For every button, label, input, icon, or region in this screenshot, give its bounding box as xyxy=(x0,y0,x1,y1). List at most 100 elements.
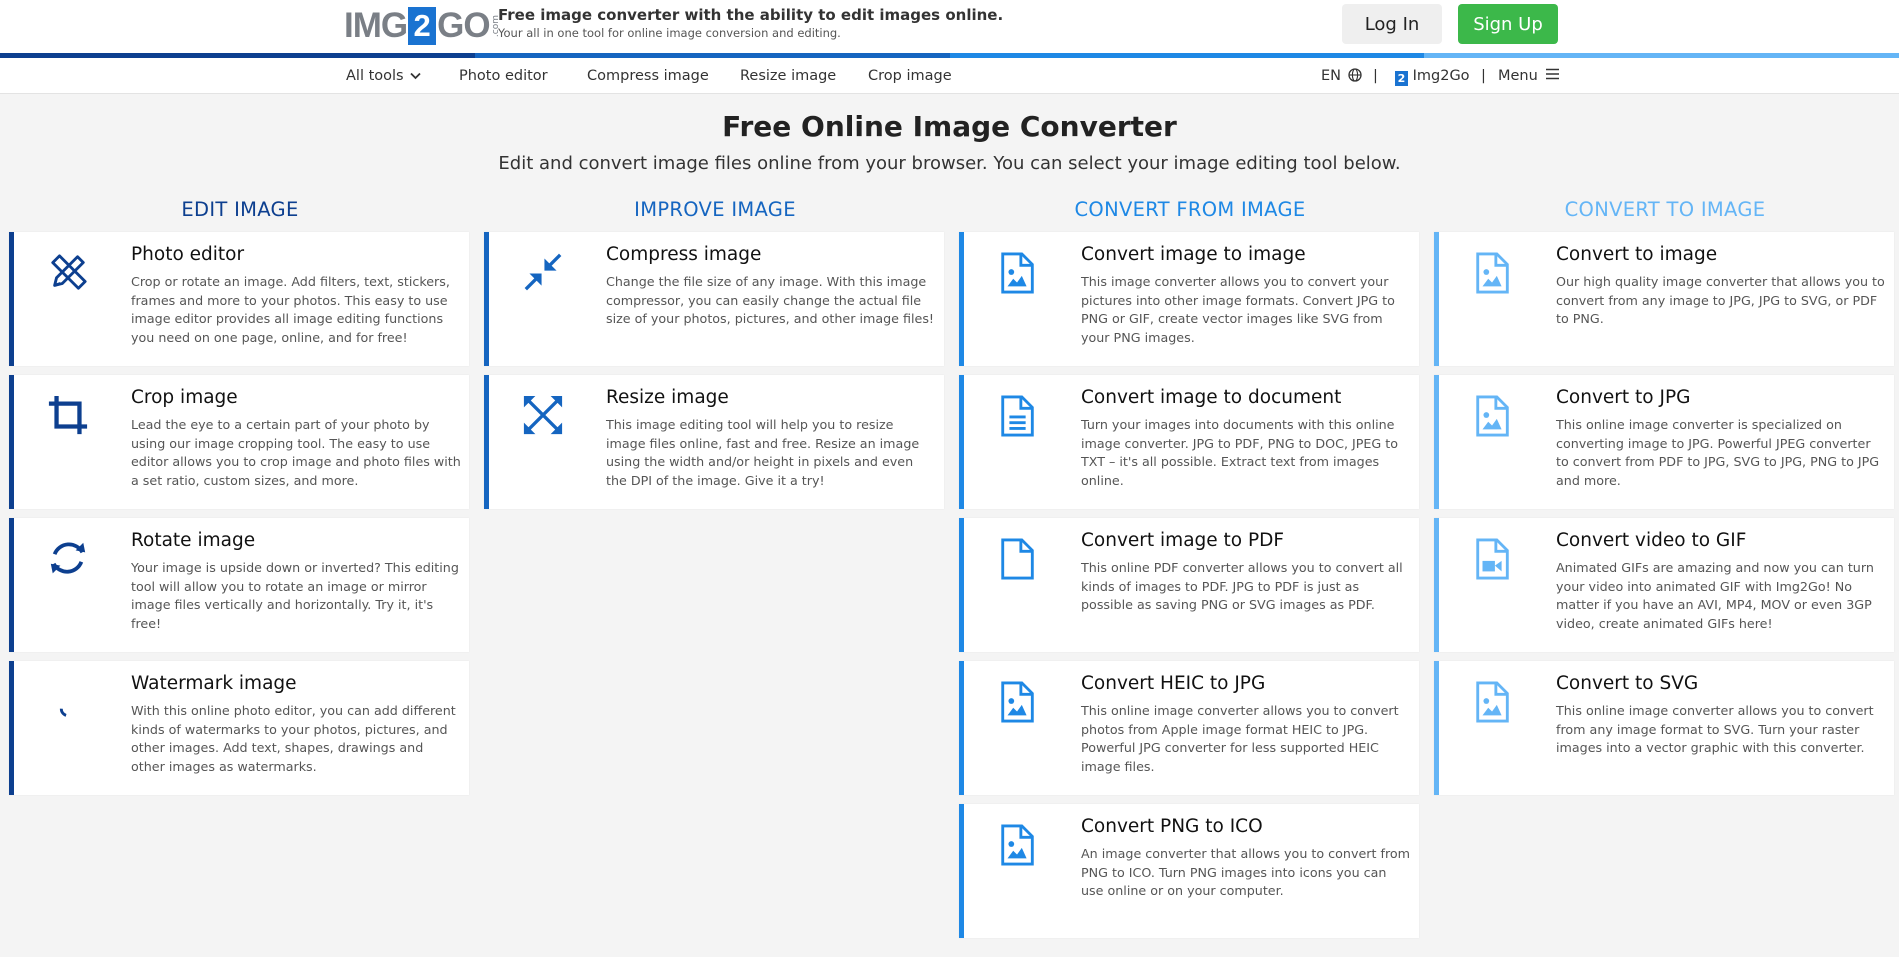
pencil-ruler-icon xyxy=(47,250,89,296)
nav-photo-editor[interactable]: Photo editor xyxy=(459,68,548,84)
card-accent-bar xyxy=(9,661,14,795)
card-title: Convert PNG to ICO xyxy=(1081,816,1263,837)
crop-icon xyxy=(47,393,89,439)
language-label: EN xyxy=(1321,68,1342,84)
card-description: Turn your images into documents with thi… xyxy=(1081,417,1399,489)
signup-button[interactable]: Sign Up xyxy=(1458,4,1558,44)
card-accent-bar xyxy=(959,232,964,366)
image-file-icon xyxy=(997,822,1039,868)
card-accent-bar xyxy=(9,518,14,652)
tool-card-convert-to-svg[interactable]: Convert to SVG This online image converte… xyxy=(1434,661,1894,795)
image-file-icon xyxy=(1472,250,1514,296)
top-header: IMG 2 GO .com Free image converter with … xyxy=(0,0,1899,56)
image-file-icon xyxy=(997,679,1039,725)
card-title: Crop image xyxy=(131,387,238,408)
document-file-icon xyxy=(997,393,1039,439)
card-title: Convert to SVG xyxy=(1556,673,1699,694)
tool-card-convert-image-to-pdf[interactable]: Convert image to PDF This online PDF conv… xyxy=(959,518,1419,652)
card-description: This online PDF converter allows you to … xyxy=(1081,560,1403,613)
tool-card-convert-image-to-document[interactable]: Convert image to document Turn your image… xyxy=(959,375,1419,509)
card-title: Convert image to document xyxy=(1081,387,1342,408)
nav-menu[interactable]: Menu xyxy=(1498,68,1560,84)
card-description: Animated GIFs are amazing and now you ca… xyxy=(1556,560,1874,632)
column-heading: CONVERT TO IMAGE xyxy=(1564,198,1766,221)
card-title: Convert to JPG xyxy=(1556,387,1691,408)
globe-icon xyxy=(1347,68,1362,82)
card-accent-bar xyxy=(1434,375,1439,509)
nav-separator: | xyxy=(1481,68,1486,84)
nav-brand-label: Img2Go xyxy=(1412,68,1470,84)
tool-card-resize-image[interactable]: Resize image This image editing tool will… xyxy=(484,375,944,509)
image-file-icon xyxy=(1472,393,1514,439)
card-description: Our high quality image converter that al… xyxy=(1556,274,1885,327)
logo-text-go: GO xyxy=(437,6,490,45)
card-description: This image editing tool will help you to… xyxy=(606,417,920,489)
card-description: With this online photo editor, you can a… xyxy=(131,703,456,775)
nav-compress-image[interactable]: Compress image xyxy=(587,68,709,84)
tool-card-convert-video-to-gif[interactable]: Convert video to GIF Animated GIFs are am… xyxy=(1434,518,1894,652)
card-title: Photo editor xyxy=(131,244,245,265)
page-subtitle: Edit and convert image files online from… xyxy=(498,153,1401,174)
card-description: Your image is upside down or inverted? T… xyxy=(131,560,459,632)
card-description: An image converter that allows you to co… xyxy=(1081,846,1411,899)
hamburger-icon xyxy=(1546,68,1560,80)
nav-bar: All tools Photo editor Compress image Re… xyxy=(0,58,1899,94)
card-title: Rotate image xyxy=(131,530,256,551)
column-heading: CONVERT FROM IMAGE xyxy=(1074,198,1306,221)
chevron-down-icon xyxy=(410,72,421,80)
nav-all-tools-label: All tools xyxy=(346,68,404,84)
img2go-mini-icon: 2 xyxy=(1395,71,1408,86)
tool-card-convert-to-image[interactable]: Convert to image Our high quality image c… xyxy=(1434,232,1894,366)
card-accent-bar xyxy=(484,375,489,509)
tool-card-rotate-image[interactable]: Rotate image Your image is upside down or… xyxy=(9,518,469,652)
card-accent-bar xyxy=(959,661,964,795)
card-title: Compress image xyxy=(606,244,762,265)
tool-card-crop-image[interactable]: Crop image Lead the eye to a certain part… xyxy=(9,375,469,509)
card-accent-bar xyxy=(959,518,964,652)
card-accent-bar xyxy=(959,804,964,938)
logo-text-img: IMG xyxy=(344,6,408,45)
card-accent-bar xyxy=(1434,661,1439,795)
card-title: Convert image to PDF xyxy=(1081,530,1285,551)
card-title: Convert video to GIF xyxy=(1556,530,1747,551)
login-button[interactable]: Log In xyxy=(1342,4,1442,44)
image-file-icon xyxy=(1472,679,1514,725)
tool-card-convert-heic-to-jpg[interactable]: Convert HEIC to JPG This online image con… xyxy=(959,661,1419,795)
card-title: Convert image to image xyxy=(1081,244,1306,265)
card-accent-bar xyxy=(1434,232,1439,366)
card-description: Crop or rotate an image. Add filters, te… xyxy=(131,274,450,346)
column-heading: IMPROVE IMAGE xyxy=(634,198,796,221)
page-title: Free Online Image Converter xyxy=(722,110,1177,143)
menu-label: Menu xyxy=(1498,68,1538,84)
img2go-logo[interactable]: IMG 2 GO .com xyxy=(344,6,501,46)
language-selector[interactable]: EN xyxy=(1321,68,1362,84)
pdf-file-icon xyxy=(997,536,1039,582)
nav-crop-image[interactable]: Crop image xyxy=(868,68,952,84)
tagline-main: Free image converter with the ability to… xyxy=(498,6,1004,24)
card-accent-bar xyxy=(9,375,14,509)
card-title: Convert HEIC to JPG xyxy=(1081,673,1266,694)
tool-card-convert-image-to-image[interactable]: Convert image to image This image convert… xyxy=(959,232,1419,366)
card-description: This online image converter is specializ… xyxy=(1556,417,1880,489)
tagline: Free image converter with the ability to… xyxy=(498,6,1003,40)
card-description: This image converter allows you to conve… xyxy=(1081,274,1395,346)
tool-card-compress-image[interactable]: Compress image Change the file size of an… xyxy=(484,232,944,366)
video-file-icon xyxy=(1472,536,1514,582)
tool-card-convert-png-to-ico[interactable]: Convert PNG to ICO An image converter tha… xyxy=(959,804,1419,938)
rotate-icon xyxy=(47,536,89,582)
nav-all-tools[interactable]: All tools xyxy=(346,68,421,84)
tool-card-convert-to-jpg[interactable]: Convert to JPG This online image converte… xyxy=(1434,375,1894,509)
card-accent-bar xyxy=(9,232,14,366)
card-accent-bar xyxy=(1434,518,1439,652)
card-title: Watermark image xyxy=(131,673,297,694)
nav-resize-image[interactable]: Resize image xyxy=(740,68,836,84)
card-accent-bar xyxy=(959,375,964,509)
nav-separator: | xyxy=(1373,68,1378,84)
tool-card-photo-editor[interactable]: Photo editor Crop or rotate an image. Add… xyxy=(9,232,469,366)
image-file-icon xyxy=(997,250,1039,296)
tool-card-watermark-image[interactable]: Watermark image With this online photo ed… xyxy=(9,661,469,795)
logo-number: 2 xyxy=(408,7,437,45)
card-description: Lead the eye to a certain part of your p… xyxy=(131,417,461,489)
card-description: Change the file size of any image. With … xyxy=(606,274,935,327)
nav-img2go-link[interactable]: 2 Img2Go xyxy=(1395,68,1470,86)
